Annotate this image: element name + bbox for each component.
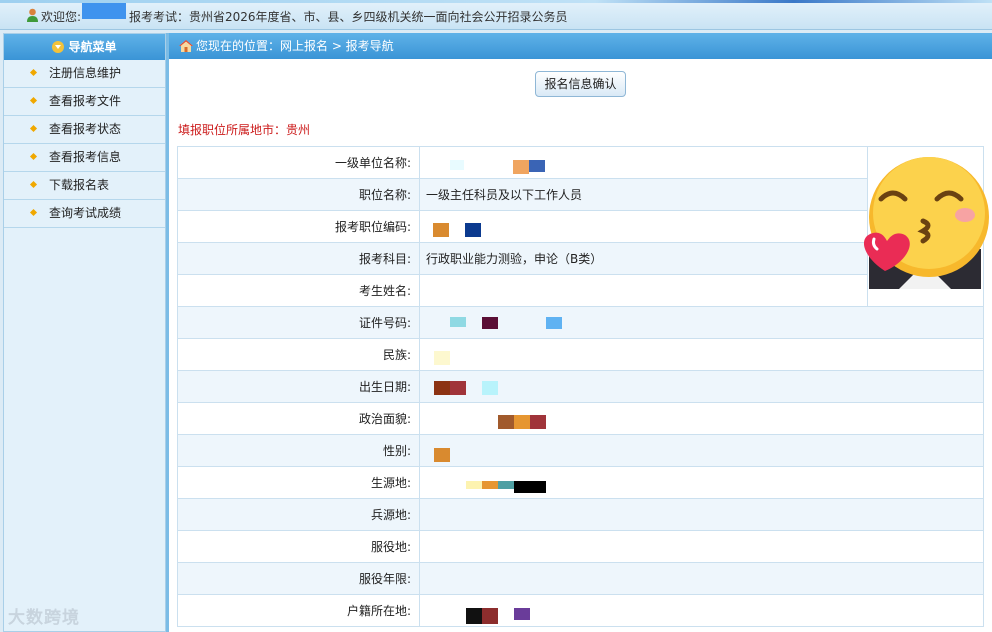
sidebar: 导航菜单 注册信息维护 查看报考文件 查看报考状态 查看报考信息 下载报名表 查… xyxy=(3,33,166,632)
welcome-label: 欢迎您: xyxy=(41,10,82,24)
row-label: 证件号码: xyxy=(177,306,420,339)
redacted-value xyxy=(450,160,464,170)
row-label: 职位名称: xyxy=(177,178,420,211)
redacted-value xyxy=(450,381,466,395)
row-value xyxy=(419,498,984,531)
redacted-value xyxy=(514,608,530,620)
sidebar-header: 导航菜单 xyxy=(4,34,165,60)
table-row: 服役地: xyxy=(177,530,984,563)
watermark: 大数跨境 xyxy=(8,608,80,628)
sidebar-item-label: 查看报考文件 xyxy=(49,94,122,108)
row-value: 行政职业能力测验，申论（B类） xyxy=(419,242,868,275)
row-value: 一级主任科员及以下工作人员 xyxy=(419,178,868,211)
redacted-value xyxy=(514,415,530,429)
sidebar-item-label: 下载报名表 xyxy=(49,178,110,192)
sidebar-title: 导航菜单 xyxy=(68,40,117,54)
diamond-bullet-icon xyxy=(29,96,38,105)
redacted-value xyxy=(434,448,450,462)
home-icon xyxy=(179,40,193,52)
row-value xyxy=(419,434,984,467)
diamond-bullet-icon xyxy=(29,208,38,217)
row-label: 兵源地: xyxy=(177,498,420,531)
table-row: 民族: xyxy=(177,338,984,371)
table-row: 证件号码: xyxy=(177,306,984,339)
row-label: 服役年限: xyxy=(177,562,420,595)
table-row: 政治面貌: xyxy=(177,402,984,435)
row-label: 报考科目: xyxy=(177,242,420,275)
redacted-value xyxy=(498,415,514,429)
row-value xyxy=(419,370,984,403)
redacted-value xyxy=(482,608,498,624)
row-value xyxy=(419,530,984,563)
sidebar-item-label: 注册信息维护 xyxy=(49,66,122,80)
redacted-value xyxy=(498,481,514,489)
redacted-value xyxy=(482,481,498,489)
row-value xyxy=(419,274,868,307)
redacted-value xyxy=(465,223,481,237)
chevron-down-icon xyxy=(52,41,65,53)
table-row: 性别: xyxy=(177,434,984,467)
row-label: 服役地: xyxy=(177,530,420,563)
sidebar-item-register-info[interactable]: 注册信息维护 xyxy=(4,60,165,88)
sidebar-item-exam-info[interactable]: 查看报考信息 xyxy=(4,144,165,172)
table-row: 服役年限: xyxy=(177,562,984,595)
diamond-bullet-icon xyxy=(29,124,38,133)
sidebar-item-label: 查询考试成绩 xyxy=(49,206,122,220)
row-label: 出生日期: xyxy=(177,370,420,403)
row-value xyxy=(419,338,984,371)
redacted-value xyxy=(450,317,466,327)
row-value xyxy=(419,402,984,435)
breadcrumb: 您现在的位置：网上报名 > 报考导航 xyxy=(169,33,992,59)
diamond-bullet-icon xyxy=(29,68,38,77)
breadcrumb-text: 您现在的位置：网上报名 > 报考导航 xyxy=(196,39,394,53)
sidebar-item-label: 查看报考状态 xyxy=(49,122,122,136)
diamond-bullet-icon xyxy=(29,152,38,161)
redacted-value xyxy=(434,381,450,395)
kiss-emoji-icon xyxy=(863,157,989,289)
redacted-value xyxy=(433,223,449,237)
row-value xyxy=(419,562,984,595)
row-label: 考生姓名: xyxy=(177,274,420,307)
redacted-value xyxy=(529,160,545,172)
row-value xyxy=(419,466,984,499)
row-label: 民族: xyxy=(177,338,420,371)
redacted-value xyxy=(482,317,498,329)
table-row: 生源地: xyxy=(177,466,984,499)
redacted-value xyxy=(546,317,562,329)
sidebar-item-label: 查看报考信息 xyxy=(49,150,122,164)
exam-title: 报考考试：贵州省2026年度省、市、县、乡四级机关统一面向社会公开招录公务员 xyxy=(129,10,568,24)
row-label: 生源地: xyxy=(177,466,420,499)
table-row: 兵源地: xyxy=(177,498,984,531)
user-icon xyxy=(27,8,38,22)
row-value xyxy=(419,210,868,243)
table-row: 出生日期: xyxy=(177,370,984,403)
row-label: 政治面貌: xyxy=(177,402,420,435)
row-value xyxy=(419,306,984,339)
diamond-bullet-icon xyxy=(29,180,38,189)
redacted-username xyxy=(82,3,126,19)
row-label: 性别: xyxy=(177,434,420,467)
row-label: 报考职位编码: xyxy=(177,210,420,243)
main-content: 您现在的位置：网上报名 > 报考导航 报名信息确认 填报职位所属地市：贵州 一级… xyxy=(169,33,992,632)
top-bar: 欢迎您: 报考考试：贵州省2026年度省、市、县、乡四级机关统一面向社会公开招录… xyxy=(0,0,992,30)
city-line: 填报职位所属地市：贵州 xyxy=(178,123,311,137)
row-value xyxy=(419,594,984,627)
redacted-value xyxy=(434,351,450,365)
sidebar-item-query-scores[interactable]: 查询考试成绩 xyxy=(4,200,165,228)
sidebar-item-exam-documents[interactable]: 查看报考文件 xyxy=(4,88,165,116)
confirm-registration-button[interactable]: 报名信息确认 xyxy=(535,71,626,97)
redacted-value xyxy=(513,160,529,174)
row-label: 一级单位名称: xyxy=(177,146,420,179)
sidebar-item-download-form[interactable]: 下载报名表 xyxy=(4,172,165,200)
redacted-value xyxy=(514,481,546,493)
redacted-value xyxy=(466,481,482,489)
row-label: 户籍所在地: xyxy=(177,594,420,627)
top-decoration-strip xyxy=(0,0,992,3)
redacted-value xyxy=(530,415,546,429)
row-value xyxy=(419,146,868,179)
redacted-value xyxy=(466,608,482,624)
table-row: 户籍所在地: xyxy=(177,594,984,627)
sidebar-item-exam-status[interactable]: 查看报考状态 xyxy=(4,116,165,144)
redacted-value xyxy=(482,381,498,395)
